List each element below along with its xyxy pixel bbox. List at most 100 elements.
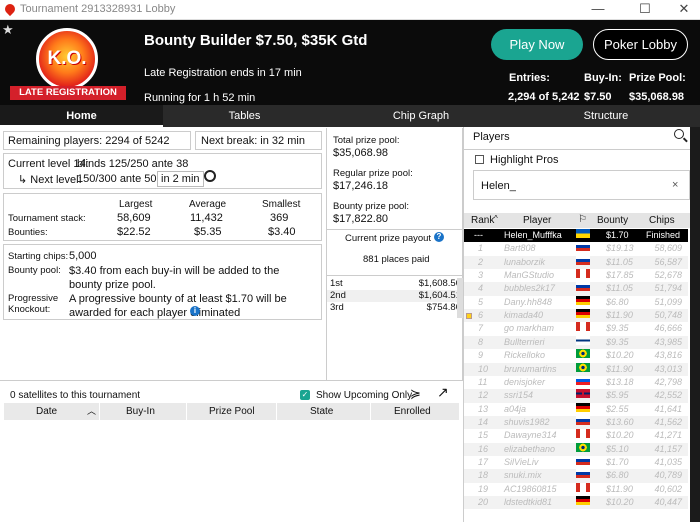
- country-flag-icon: [576, 455, 590, 465]
- player-row[interactable]: 18 snuki.mix $6.80 40,789: [464, 469, 688, 483]
- payout-help-icon[interactable]: ?: [434, 232, 444, 242]
- maximize-button[interactable]: ☐: [637, 2, 653, 16]
- entries-value: 2,294 of 5,242: [508, 91, 580, 103]
- player-row[interactable]: 16 elizabethano $5.10 41,157: [464, 442, 688, 456]
- payout-place: 1st: [330, 278, 343, 289]
- country-flag-icon: [576, 349, 590, 359]
- player-rank: 6: [478, 310, 484, 321]
- col-rank[interactable]: Rank: [471, 215, 494, 226]
- player-row[interactable]: 8 Bullterrieri $9.35 43,985: [464, 335, 688, 350]
- bounty-pool-text: $3.40 from each buy-in will be added to …: [69, 265, 280, 291]
- expand-chevron-icon[interactable]: ≽: [410, 386, 421, 402]
- player-bounty: $11.90: [606, 483, 633, 494]
- player-search-value: Helen_: [481, 180, 516, 192]
- col-player[interactable]: Player: [523, 215, 551, 226]
- player-row[interactable]: 2 lunaborzik $11.05 56,587: [464, 255, 688, 270]
- total-prize-value: $35,068.98: [333, 147, 389, 159]
- player-row[interactable]: 17 SilVieLiv $1.70 41,035: [464, 455, 688, 470]
- player-row[interactable]: 6 kimada40 $11.90 50,748: [464, 309, 688, 323]
- flag-column-icon[interactable]: ⚐: [578, 214, 587, 225]
- player-row[interactable]: 15 Dawayne314 $10.20 41,271: [464, 429, 688, 443]
- sort-up-icon[interactable]: ︿: [87, 403, 96, 420]
- col-state[interactable]: State: [310, 403, 333, 420]
- player-name: AC19860815: [504, 483, 557, 494]
- prizepool-label: Prize Pool:: [629, 72, 686, 84]
- player-row[interactable]: --- Helen_Mufffka $1.70 Finished: [464, 229, 688, 243]
- player-chips: 41,562: [654, 416, 682, 427]
- window-title: Tournament 2913328931 Lobby: [20, 3, 176, 15]
- col-prize-pool[interactable]: Prize Pool: [209, 403, 255, 420]
- total-prize-label: Total prize pool:: [333, 135, 400, 146]
- player-bounty: $10.20: [606, 430, 634, 441]
- bounty-prize-label: Bounty prize pool:: [333, 201, 410, 212]
- tab-tables[interactable]: Tables: [163, 105, 326, 127]
- col-date[interactable]: Date: [36, 403, 57, 420]
- col-enrolled[interactable]: Enrolled: [394, 403, 431, 420]
- col-buyin[interactable]: Buy-In: [126, 403, 155, 420]
- highlight-pros-label: Highlight Pros: [490, 154, 559, 166]
- player-name: Helen_Mufffka: [504, 230, 562, 240]
- play-now-button[interactable]: Play Now: [491, 29, 583, 60]
- player-chips: 51,794: [654, 283, 682, 294]
- minimize-button[interactable]: —: [590, 2, 606, 16]
- players-panel: Players Highlight Pros Helen_ × Rank ^ P…: [463, 127, 691, 522]
- bounty-smallest: $3.40: [268, 226, 296, 238]
- divider: [464, 149, 691, 150]
- player-row[interactable]: 11 denisjoker $13.18 42,798: [464, 375, 688, 390]
- col-divider: [186, 403, 187, 420]
- player-row[interactable]: 9 Rickelloko $10.20 43,816: [464, 349, 688, 363]
- country-flag-icon: [576, 309, 590, 319]
- col-chips[interactable]: Chips: [649, 215, 675, 226]
- col-bounty[interactable]: Bounty: [597, 215, 628, 226]
- stack-largest: 58,609: [117, 212, 151, 224]
- tab-home[interactable]: Home: [0, 105, 163, 127]
- sort-up-icon[interactable]: ^: [494, 214, 498, 223]
- show-upcoming-label: Show Upcoming Only: [316, 390, 413, 401]
- player-row[interactable]: 10 brunumartins $11.90 43,013: [464, 362, 688, 376]
- popout-arrow-icon[interactable]: ↗: [437, 384, 449, 401]
- poker-lobby-button[interactable]: Poker Lobby: [593, 29, 688, 60]
- highlight-pros-checkbox[interactable]: [475, 155, 484, 164]
- close-button[interactable]: ✕: [676, 2, 692, 16]
- player-rank: 4: [478, 283, 484, 294]
- divider: [327, 275, 463, 276]
- tournament-header: ★ K.O. LATE REGISTRATION Bounty Builder …: [0, 20, 700, 105]
- player-name: Bullterrieri: [504, 336, 545, 347]
- country-flag-icon: [576, 322, 590, 332]
- clear-search-icon[interactable]: ×: [672, 179, 678, 191]
- player-chips: 41,641: [654, 403, 682, 414]
- player-chips: 46,666: [654, 323, 682, 334]
- country-flag-icon: [576, 295, 590, 305]
- player-row[interactable]: 14 shuvis1982 $13.60 41,562: [464, 415, 688, 430]
- player-row[interactable]: 5 Dany.hh848 $6.80 51,099: [464, 295, 688, 310]
- starting-chips-value: 5,000: [69, 250, 97, 262]
- player-chips: 43,985: [654, 336, 682, 347]
- player-row[interactable]: 19 AC19860815 $11.90 40,602: [464, 482, 688, 496]
- player-bounty: $10.20: [606, 350, 634, 361]
- col-divider: [99, 403, 100, 420]
- player-row[interactable]: 3 ManGStudio $17.85 52,678: [464, 269, 688, 283]
- player-row[interactable]: 4 bubbles2k17 $11.05 51,794: [464, 282, 688, 296]
- player-bounty: $17.85: [606, 270, 634, 281]
- country-flag-icon: [576, 255, 590, 265]
- players-table-header: Rank ^ Player ⚐ Bounty Chips: [464, 213, 691, 228]
- country-flag-icon: [576, 282, 590, 292]
- player-row[interactable]: 7 go markham $9.35 46,666: [464, 322, 688, 336]
- player-search-input[interactable]: Helen_ ×: [473, 170, 690, 200]
- col-divider: [370, 403, 371, 420]
- player-chips: 42,798: [654, 376, 682, 387]
- player-row[interactable]: 12 ssri154 $5.95 42,552: [464, 389, 688, 403]
- player-row[interactable]: 20 ldstedtkid81 $10.20 40,447: [464, 496, 688, 510]
- show-upcoming-checkbox[interactable]: ✓: [300, 390, 310, 400]
- info-icon[interactable]: i: [190, 306, 200, 316]
- player-row[interactable]: 13 a04ja $2.55 41,641: [464, 402, 688, 416]
- prizepool-value: $35,068.98: [629, 91, 685, 103]
- player-rank: 11: [478, 376, 488, 387]
- player-row[interactable]: 1 Bart808 $19.13 58,609: [464, 242, 688, 256]
- title-bar: Tournament 2913328931 Lobby — ☐ ✕: [0, 0, 700, 20]
- tab-chip-graph[interactable]: Chip Graph: [326, 105, 516, 127]
- country-flag-icon: [576, 415, 590, 425]
- favorite-star-icon[interactable]: ★: [2, 22, 14, 38]
- country-flag-icon: [576, 402, 590, 412]
- tab-structure[interactable]: Structure: [516, 105, 696, 127]
